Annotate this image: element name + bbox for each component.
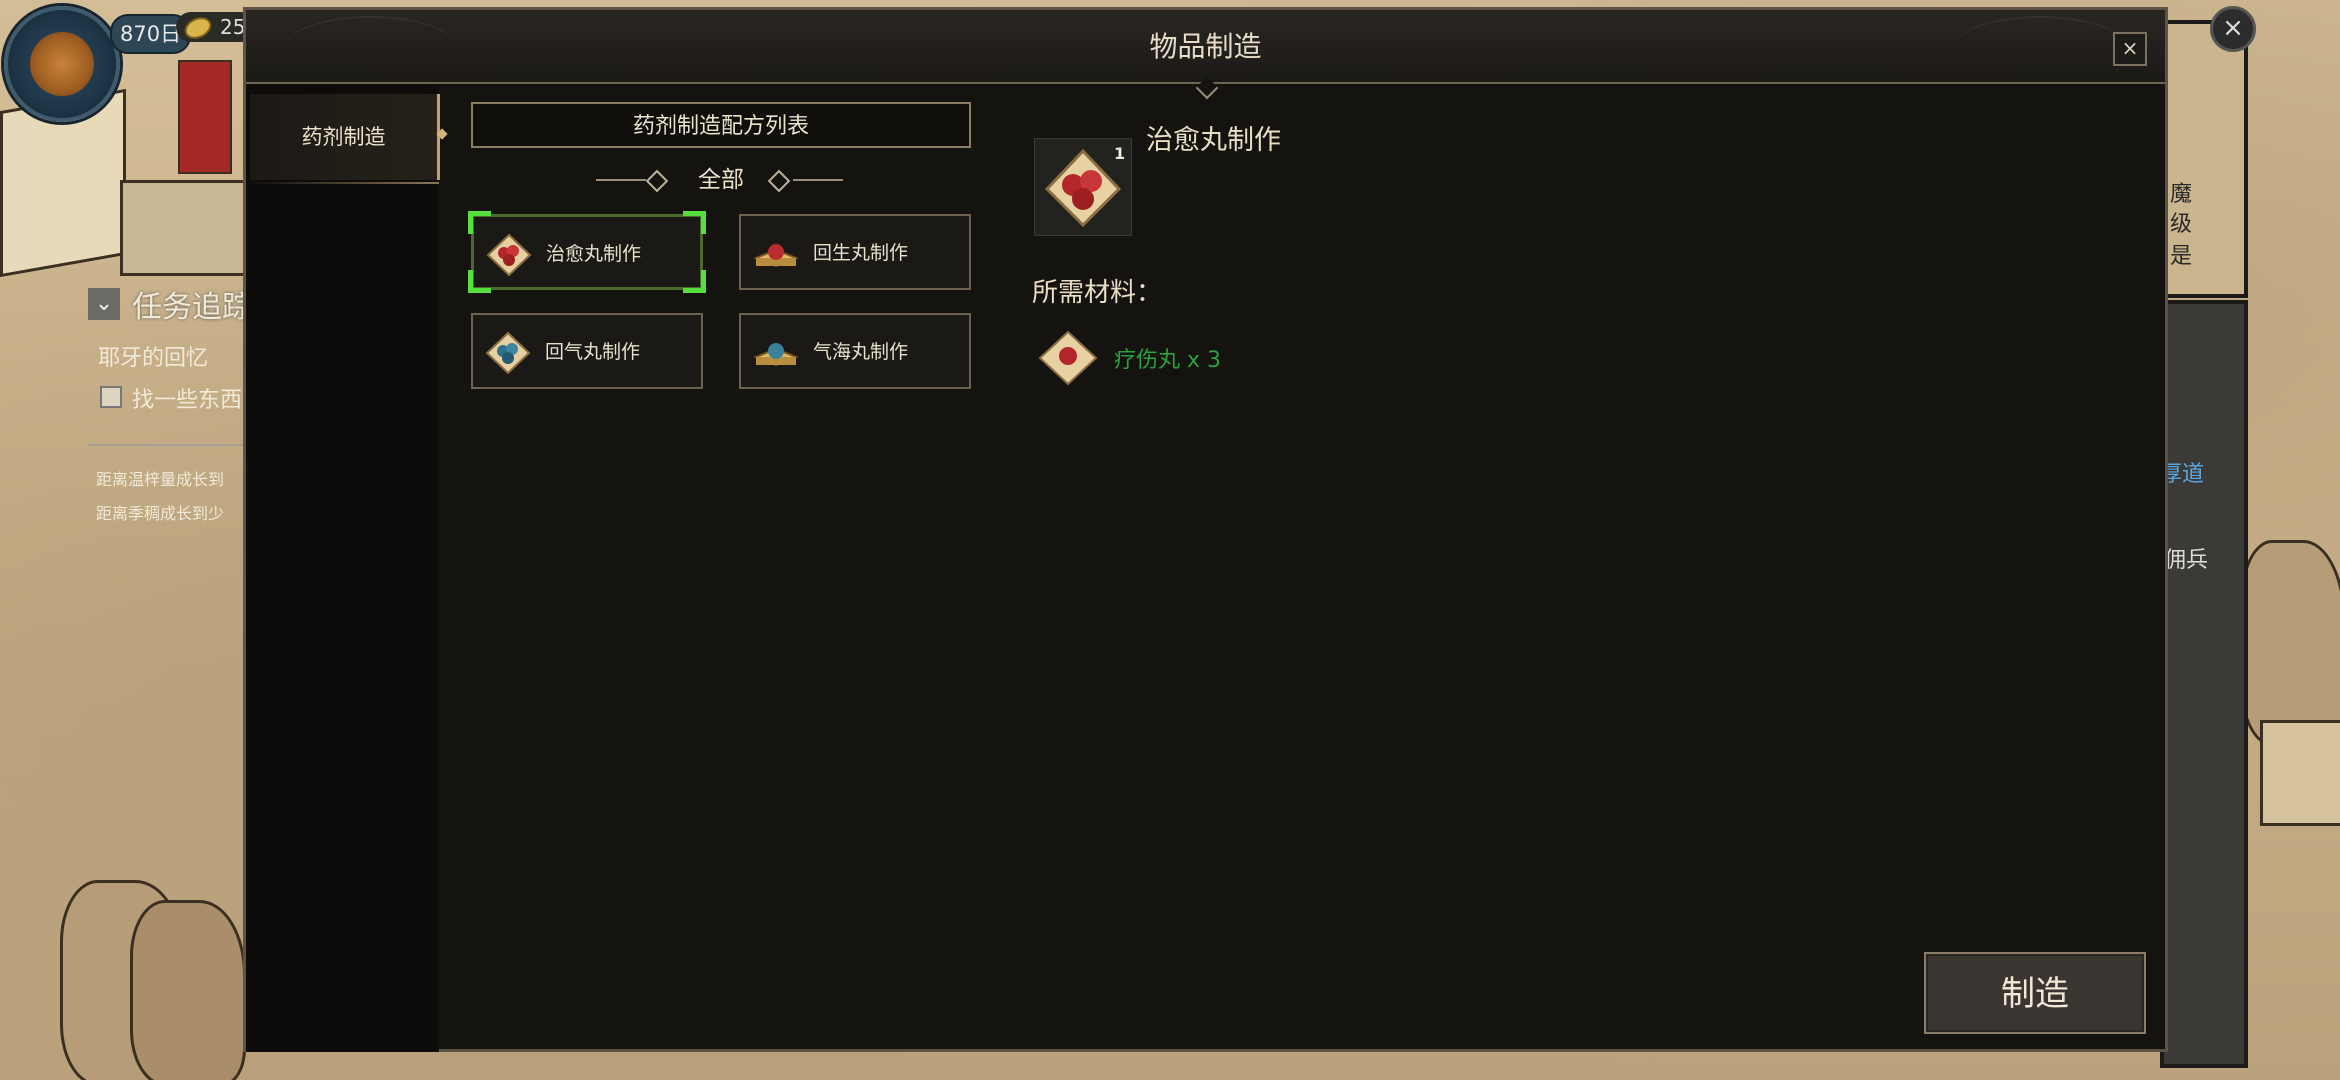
- sun-icon: [30, 32, 94, 96]
- recipe-item[interactable]: 气海丸制作: [739, 313, 971, 389]
- material-requirement: 疗伤丸 x 3: [1114, 348, 1222, 373]
- blue-pill-icon: [485, 331, 531, 375]
- side-text: 魔: [2170, 182, 2193, 207]
- filter-label: 全部: [698, 167, 744, 193]
- diamond-icon: [645, 169, 669, 193]
- rock: [130, 900, 246, 1080]
- ornament-line: [793, 179, 843, 181]
- side-text: 佣兵: [2164, 548, 2209, 573]
- quest-name: 耶牙的回忆: [98, 346, 209, 371]
- crafting-modal: 物品制造 × 药剂制造 药剂制造配方列表 全部 治愈丸制作 回生丸制作 回气丸制…: [243, 7, 2168, 1052]
- craft-button[interactable]: 制造: [1924, 952, 2146, 1034]
- ornament-line: [596, 179, 646, 181]
- recipe-label: 回生丸制作: [813, 242, 909, 264]
- filter-selector[interactable]: 全部: [471, 160, 971, 200]
- recipe-label: 治愈丸制作: [546, 243, 642, 265]
- red-banner: [178, 60, 232, 174]
- modal-header: 物品制造 ×: [246, 10, 2165, 84]
- selection-corner: [468, 270, 491, 293]
- recipe-item[interactable]: 治愈丸制作: [468, 211, 706, 293]
- divider: [88, 444, 268, 446]
- coin-icon: [181, 13, 215, 43]
- tab-potion-crafting[interactable]: 药剂制造: [250, 94, 440, 180]
- required-materials-label: 所需材料：: [1032, 278, 1163, 308]
- recipe-item[interactable]: 回生丸制作: [739, 214, 971, 290]
- quest-tracker-title[interactable]: 任务追踪: [132, 282, 252, 326]
- diamond-icon: [767, 169, 791, 193]
- coin-value: 25: [220, 15, 246, 39]
- building: [120, 180, 246, 276]
- quest-checkbox[interactable]: [100, 386, 122, 408]
- quest-objective: 找一些东西: [132, 388, 243, 413]
- side-text: 是: [2170, 244, 2193, 269]
- side-text: 级: [2170, 212, 2193, 237]
- recipe-detail-title: 治愈丸制作: [1146, 125, 1281, 156]
- divider: [246, 182, 439, 184]
- right-side-panel: 魔 级 是 厚道 佣兵: [2160, 0, 2340, 1080]
- selection-corner: [468, 211, 491, 234]
- recipe-label: 回气丸制作: [545, 341, 641, 363]
- selection-corner: [683, 270, 706, 293]
- quest-hint: 距离季稠成长到少: [96, 504, 225, 523]
- recipe-item[interactable]: 回气丸制作: [471, 313, 703, 389]
- category-sidebar: 药剂制造: [246, 84, 440, 1052]
- red-pill-tray-icon: [753, 244, 799, 268]
- item-quantity: 1: [1114, 144, 1126, 163]
- red-pill-icon: [1038, 330, 1098, 386]
- close-button[interactable]: ×: [2113, 32, 2147, 66]
- chevron-down-icon[interactable]: ⌄: [88, 288, 120, 320]
- blue-pill-tray-icon: [753, 343, 799, 367]
- day-night-dial[interactable]: [4, 6, 120, 122]
- recipe-label: 气海丸制作: [813, 341, 909, 363]
- selection-corner: [683, 211, 706, 234]
- modal-title: 物品制造: [1149, 30, 1262, 63]
- quest-hint: 距离温梓量成长到: [96, 470, 225, 489]
- close-icon[interactable]: ×: [2210, 6, 2256, 52]
- red-pill-icon: [486, 233, 532, 277]
- recipe-list-header: 药剂制造配方列表: [471, 102, 971, 148]
- side-box: [2160, 300, 2248, 1068]
